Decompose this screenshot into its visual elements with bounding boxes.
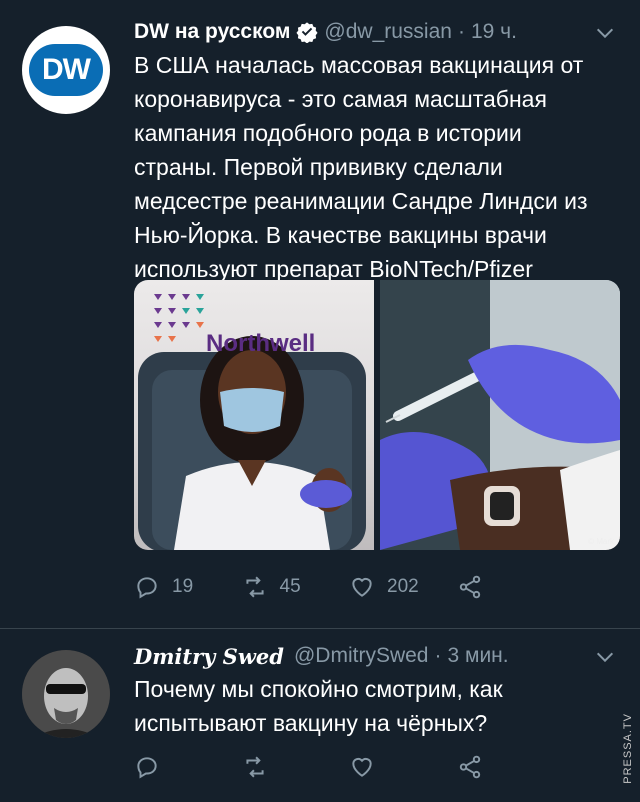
- retweet-icon: [245, 756, 264, 778]
- reply-count: 19: [172, 576, 194, 597]
- nurse-illustration: [138, 294, 366, 550]
- photo-injection[interactable]: © Mark: [380, 280, 620, 550]
- avatar-photo: [22, 650, 110, 738]
- dw-logo: DW: [29, 44, 103, 96]
- author-handle[interactable]: @DmitrySwed: [294, 644, 429, 668]
- retweet-button[interactable]: [242, 754, 350, 780]
- author-handle[interactable]: @dw_russian: [324, 20, 452, 44]
- tweet-text-line: медсестре реанимации Сандре Линдси из: [134, 188, 588, 214]
- reply-actions: [134, 754, 564, 780]
- reply-icon: [137, 577, 157, 599]
- reply-button[interactable]: [134, 754, 242, 780]
- like-button[interactable]: 202: [349, 574, 457, 600]
- tweet-divider: [0, 628, 640, 629]
- tweet-media[interactable]: Northwell © Mark: [134, 280, 620, 550]
- tweet-text-line: испытывают вакцину на чёрных?: [134, 710, 488, 736]
- tweet-text-line: кампания подобного рода в истории: [134, 120, 522, 146]
- dw-avatar[interactable]: DW: [22, 26, 110, 114]
- injection-illustration: [380, 280, 620, 550]
- tweet-time[interactable]: 3 мин.: [448, 644, 509, 668]
- tweet-time[interactable]: 19 ч.: [471, 20, 517, 44]
- share-icon: [459, 575, 480, 599]
- chevron-down-icon[interactable]: [594, 22, 616, 44]
- separator-dot: ·: [434, 644, 442, 667]
- reply-text: Почему мы спокойно смотрим, как испытыва…: [134, 672, 604, 740]
- share-button[interactable]: [457, 574, 565, 600]
- share-button[interactable]: [457, 754, 565, 780]
- photo-nurse[interactable]: Northwell: [134, 280, 374, 550]
- tweet-text-line: В США началась массовая вакцинация от: [134, 52, 584, 78]
- retweet-count: 45: [279, 576, 301, 597]
- tweet-text-line: страны. Первой прививку сделали: [134, 154, 503, 180]
- reply-button[interactable]: 19: [134, 574, 242, 600]
- reply-icon: [137, 757, 157, 779]
- retweet-button[interactable]: 45: [242, 574, 350, 600]
- author-name[interactable]: Dmitry Swed: [134, 644, 284, 669]
- user-avatar[interactable]: [22, 650, 110, 738]
- tweet-actions: 19 45 202: [134, 574, 564, 600]
- share-icon: [459, 755, 480, 779]
- chevron-down-icon[interactable]: [594, 646, 616, 668]
- separator-dot: ·: [457, 20, 465, 43]
- like-icon: [352, 577, 372, 597]
- tweet-header: DW на русском @dw_russian · 19 ч.: [134, 18, 517, 46]
- tweet-text-line: Нью-Йорка. В качестве вакцины врачи: [134, 222, 547, 248]
- like-icon: [352, 757, 372, 777]
- verified-icon: [296, 21, 318, 43]
- reply-header: Dmitry Swed @DmitrySwed · 3 мин.: [134, 642, 509, 670]
- tweet-text-line: Почему мы спокойно смотрим, как: [134, 676, 503, 702]
- photo-credit: © Mark: [588, 537, 614, 546]
- author-name[interactable]: DW на русском: [134, 20, 290, 44]
- like-button[interactable]: [349, 754, 457, 780]
- northwell-sign: Northwell: [206, 330, 316, 357]
- like-count: 202: [387, 576, 419, 597]
- retweet-icon: [245, 576, 264, 598]
- tweet-text: В США началась массовая вакцинация от ко…: [134, 48, 604, 286]
- watermark: PRESSA.TV: [622, 713, 634, 784]
- tweet-text-line: коронавируса - это самая масштабная: [134, 86, 547, 112]
